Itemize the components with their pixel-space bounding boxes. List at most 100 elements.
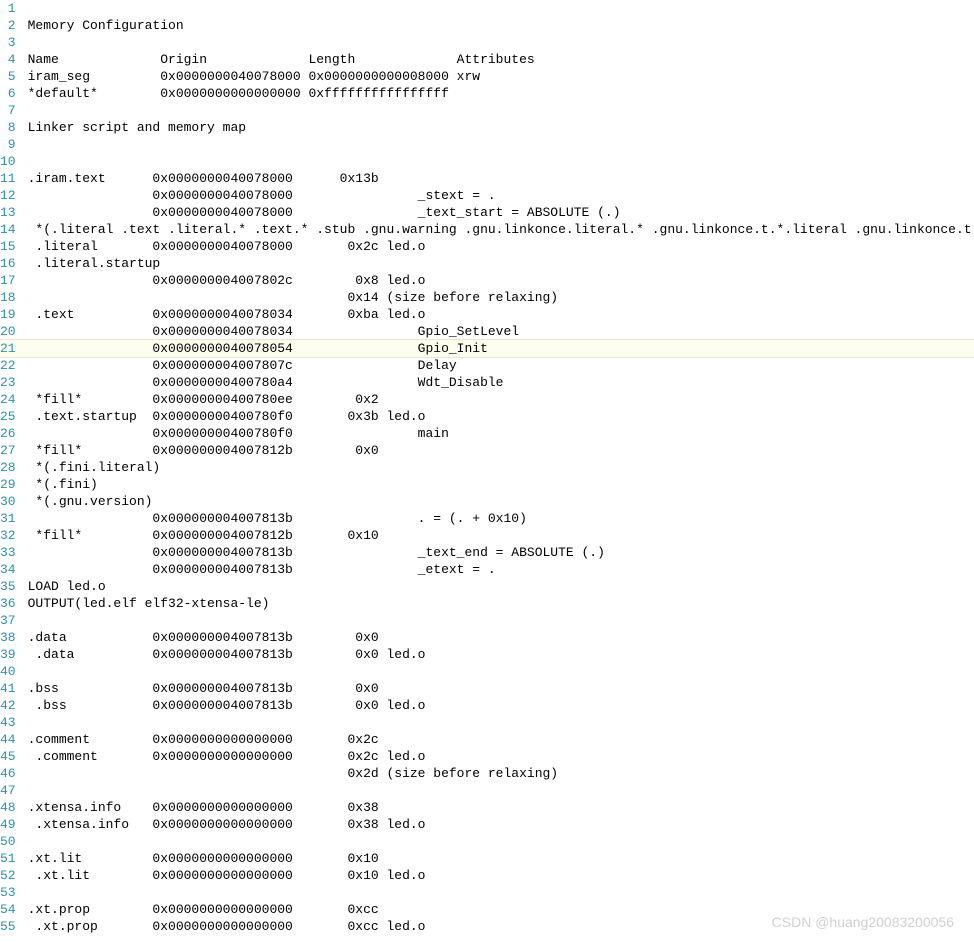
line-content: 0x0000000040078000 _stext = .	[28, 187, 974, 204]
line-number: 6	[0, 85, 28, 102]
line-number: 7	[0, 102, 28, 119]
code-line: 52 .xt.lit 0x0000000000000000 0x10 led.o	[0, 867, 974, 884]
code-line: 43	[0, 714, 974, 731]
code-line: 44.comment 0x0000000000000000 0x2c	[0, 731, 974, 748]
line-content: .xtensa.info 0x0000000000000000 0x38	[28, 799, 974, 816]
line-content: .text.startup 0x00000000400780f0 0x3b le…	[28, 408, 974, 425]
line-number: 29	[0, 476, 28, 493]
line-content: .data 0x000000004007813b 0x0 led.o	[28, 646, 974, 663]
line-content	[28, 714, 974, 731]
line-number: 41	[0, 680, 28, 697]
code-line: 49 .xtensa.info 0x0000000000000000 0x38 …	[0, 816, 974, 833]
line-content: .bss 0x000000004007813b 0x0	[28, 680, 974, 697]
code-line: 38.data 0x000000004007813b 0x0	[0, 629, 974, 646]
line-content: 0x0000000040078034 Gpio_SetLevel	[28, 323, 974, 340]
code-line: 40	[0, 663, 974, 680]
code-line: 32 *fill* 0x000000004007812b 0x10	[0, 527, 974, 544]
code-line: 6*default* 0x0000000000000000 0xffffffff…	[0, 85, 974, 102]
code-line: 24 *fill* 0x00000000400780ee 0x2	[0, 391, 974, 408]
line-content: .bss 0x000000004007813b 0x0 led.o	[28, 697, 974, 714]
line-number: 44	[0, 731, 28, 748]
line-number: 30	[0, 493, 28, 510]
code-line: 19 .text 0x0000000040078034 0xba led.o	[0, 306, 974, 323]
line-content: .xtensa.info 0x0000000000000000 0x38 led…	[28, 816, 974, 833]
line-content: LOAD led.o	[28, 578, 974, 595]
code-line: 11.iram.text 0x0000000040078000 0x13b	[0, 170, 974, 187]
line-content	[28, 833, 974, 850]
line-number: 10	[0, 153, 28, 170]
line-number: 24	[0, 391, 28, 408]
line-number: 19	[0, 306, 28, 323]
code-line: 28 *(.fini.literal)	[0, 459, 974, 476]
line-number: 53	[0, 884, 28, 901]
code-line: 15 .literal 0x0000000040078000 0x2c led.…	[0, 238, 974, 255]
line-number: 51	[0, 850, 28, 867]
code-line: 10	[0, 153, 974, 170]
line-content: .iram.text 0x0000000040078000 0x13b	[28, 170, 974, 187]
code-line: 36OUTPUT(led.elf elf32-xtensa-le)	[0, 595, 974, 612]
line-content: .xt.lit 0x0000000000000000 0x10 led.o	[28, 867, 974, 884]
line-content: *(.literal .text .literal.* .text.* .stu…	[28, 221, 974, 238]
line-content: 0x000000004007813b _etext = .	[28, 561, 974, 578]
line-number: 46	[0, 765, 28, 782]
line-number: 27	[0, 442, 28, 459]
code-line: 8Linker script and memory map	[0, 119, 974, 136]
code-line: 45 .comment 0x0000000000000000 0x2c led.…	[0, 748, 974, 765]
line-content: .data 0x000000004007813b 0x0	[28, 629, 974, 646]
line-content: *fill* 0x00000000400780ee 0x2	[28, 391, 974, 408]
code-listing: 12Memory Configuration34Name Origin Leng…	[0, 0, 974, 935]
line-content	[28, 34, 974, 51]
line-content: .xt.prop 0x0000000000000000 0xcc	[28, 901, 974, 918]
line-number: 47	[0, 782, 28, 799]
code-line: 21 0x0000000040078054 Gpio_Init	[0, 340, 974, 357]
line-number: 15	[0, 238, 28, 255]
code-line: 12 0x0000000040078000 _stext = .	[0, 187, 974, 204]
code-line: 50	[0, 833, 974, 850]
code-line: 29 *(.fini)	[0, 476, 974, 493]
code-line: 42 .bss 0x000000004007813b 0x0 led.o	[0, 697, 974, 714]
line-number: 42	[0, 697, 28, 714]
line-content	[28, 153, 974, 170]
line-content: 0x0000000040078000 _text_start = ABSOLUT…	[28, 204, 974, 221]
line-content: 0x000000004007807c Delay	[28, 357, 974, 374]
code-line: 27 *fill* 0x000000004007812b 0x0	[0, 442, 974, 459]
line-number: 18	[0, 289, 28, 306]
line-content: .literal 0x0000000040078000 0x2c led.o	[28, 238, 974, 255]
line-content: iram_seg 0x0000000040078000 0x0000000000…	[28, 68, 974, 85]
code-line: 48.xtensa.info 0x0000000000000000 0x38	[0, 799, 974, 816]
line-content: Memory Configuration	[28, 17, 974, 34]
line-content	[28, 782, 974, 799]
line-number: 3	[0, 34, 28, 51]
code-line: 31 0x000000004007813b . = (. + 0x10)	[0, 510, 974, 527]
code-line: 13 0x0000000040078000 _text_start = ABSO…	[0, 204, 974, 221]
line-content: 0x000000004007813b _text_end = ABSOLUTE …	[28, 544, 974, 561]
code-line: 26 0x00000000400780f0 main	[0, 425, 974, 442]
line-content	[28, 102, 974, 119]
line-content: 0x2d (size before relaxing)	[28, 765, 974, 782]
code-line: 20 0x0000000040078034 Gpio_SetLevel	[0, 323, 974, 340]
line-content	[28, 663, 974, 680]
line-number: 13	[0, 204, 28, 221]
line-number: 8	[0, 119, 28, 136]
code-line: 41.bss 0x000000004007813b 0x0	[0, 680, 974, 697]
line-content: .comment 0x0000000000000000 0x2c led.o	[28, 748, 974, 765]
line-number: 9	[0, 136, 28, 153]
code-line: 22 0x000000004007807c Delay	[0, 357, 974, 374]
code-line: 53	[0, 884, 974, 901]
line-number: 1	[0, 0, 28, 17]
line-content: .literal.startup	[28, 255, 974, 272]
line-number: 50	[0, 833, 28, 850]
line-number: 11	[0, 170, 28, 187]
line-content: *(.fini.literal)	[28, 459, 974, 476]
code-line: 30 *(.gnu.version)	[0, 493, 974, 510]
line-number: 39	[0, 646, 28, 663]
line-content: Linker script and memory map	[28, 119, 974, 136]
code-line: 51.xt.lit 0x0000000000000000 0x10	[0, 850, 974, 867]
line-content: *fill* 0x000000004007812b 0x0	[28, 442, 974, 459]
line-number: 55	[0, 918, 28, 935]
code-line: 2Memory Configuration	[0, 17, 974, 34]
line-number: 52	[0, 867, 28, 884]
line-content: 0x0000000040078054 Gpio_Init	[28, 340, 974, 357]
code-line: 23 0x00000000400780a4 Wdt_Disable	[0, 374, 974, 391]
line-content: *default* 0x0000000000000000 0xfffffffff…	[28, 85, 974, 102]
